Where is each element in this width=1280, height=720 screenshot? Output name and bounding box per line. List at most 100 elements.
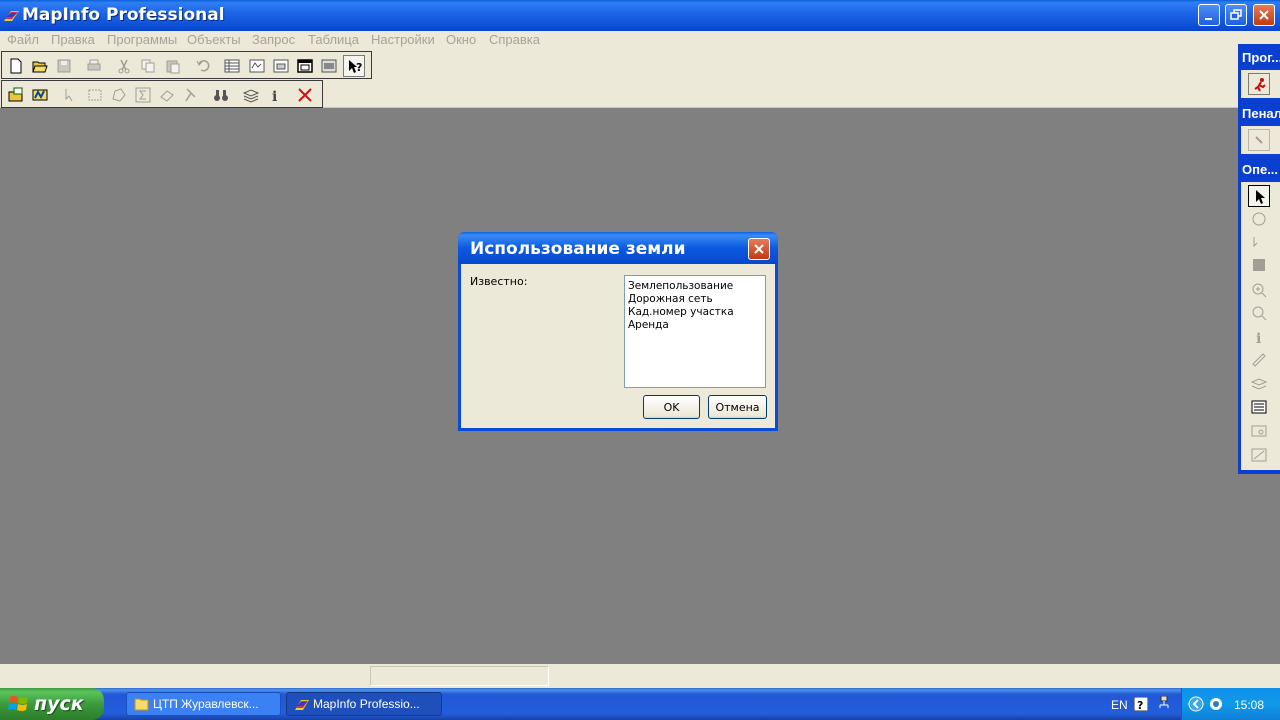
sum-button[interactable]: [132, 84, 154, 106]
close-icon: [754, 244, 764, 254]
palette-layers-button[interactable]: [1248, 373, 1270, 395]
programs-palette-title[interactable]: Прог...: [1240, 48, 1280, 68]
taskbar-item-mapinfo[interactable]: MapInfo Professio...: [286, 692, 442, 716]
redistrict-button[interactable]: [318, 55, 340, 77]
draw-symbol-button[interactable]: [1248, 129, 1270, 151]
dialog-titlebar[interactable]: Использование земли: [458, 232, 778, 264]
save-button[interactable]: [53, 55, 75, 77]
window-title: MapInfo Professional: [22, 5, 225, 25]
menu-help[interactable]: Справка: [489, 32, 540, 47]
red-x-icon: [298, 88, 312, 102]
clip-region-button[interactable]: [1248, 444, 1270, 466]
sigma-icon: [135, 87, 151, 103]
network-tray-icon[interactable]: [1158, 696, 1170, 712]
start-button[interactable]: пуск: [0, 688, 104, 720]
menu-programs[interactable]: Программы: [107, 32, 177, 47]
printer-icon: [87, 59, 101, 71]
thematic-button[interactable]: [156, 84, 178, 106]
menu-window[interactable]: Окно: [446, 32, 476, 47]
layer-listbox[interactable]: Землепользование Дорожная сеть Кад.номер…: [624, 275, 766, 388]
chevron-left-icon[interactable]: [1188, 696, 1204, 712]
start-label: пуск: [34, 693, 84, 715]
menu-objects[interactable]: Объекты: [187, 32, 241, 47]
open-button[interactable]: [29, 55, 51, 77]
new-graph-button[interactable]: [270, 55, 292, 77]
paste-icon: [166, 60, 180, 74]
zoom-in-button[interactable]: [1248, 279, 1270, 301]
close-icon: [1259, 10, 1269, 20]
drawing-palette-title[interactable]: Пенал: [1240, 104, 1280, 124]
pin-button[interactable]: [180, 84, 202, 106]
help-pointer-button[interactable]: ?: [343, 55, 365, 77]
restore-button[interactable]: [1225, 4, 1247, 26]
window-titlebar[interactable]: MapInfo Professional: [0, 0, 1280, 31]
clock[interactable]: 15:08: [1234, 698, 1264, 712]
language-indicator[interactable]: EN: [1111, 698, 1128, 712]
graph-window-icon: [273, 59, 289, 73]
ruler-icon: [1252, 353, 1266, 367]
cancel-button[interactable]: Отмена: [708, 395, 767, 419]
taskbar-item-explorer[interactable]: ЦТП Журавлевск...: [126, 692, 281, 716]
list-item[interactable]: Дорожная сеть: [628, 293, 762, 306]
new-browser-button[interactable]: [221, 55, 243, 77]
select-arrow-button[interactable]: [1248, 185, 1270, 207]
change-view-button[interactable]: [1248, 420, 1270, 442]
palette-info-button[interactable]: i: [1248, 326, 1270, 348]
menu-settings[interactable]: Настройки: [371, 32, 435, 47]
undo-button[interactable]: [192, 55, 214, 77]
taskbar: пуск ЦТП Журавлевск... MapInfo Professio…: [0, 688, 1280, 720]
legend-button[interactable]: [1248, 396, 1270, 418]
find-button[interactable]: [210, 84, 232, 106]
menu-table[interactable]: Таблица: [308, 32, 359, 47]
map-window-icon: [249, 59, 265, 73]
list-item[interactable]: Аренда: [628, 319, 762, 332]
run-program-button[interactable]: [1248, 73, 1270, 95]
workspace-button[interactable]: [29, 84, 51, 106]
minimize-button[interactable]: [1198, 4, 1220, 26]
region-select-button[interactable]: [1248, 254, 1270, 276]
taskbar-item-label: ЦТП Журавлевск...: [153, 697, 259, 711]
paste-button[interactable]: [162, 55, 184, 77]
undo-icon: [196, 60, 210, 72]
menu-bar: Файл Правка Программы Объекты Запрос Таб…: [0, 31, 1280, 49]
select-tool-button[interactable]: [59, 84, 81, 106]
scissors-icon: [118, 59, 130, 74]
pin-icon: [185, 88, 196, 102]
close-window-button[interactable]: [1253, 4, 1275, 26]
operations-palette-title[interactable]: Опе...: [1240, 160, 1280, 180]
open-table-button[interactable]: [5, 84, 27, 106]
layer-control-button[interactable]: [240, 84, 262, 106]
cut-button[interactable]: [113, 55, 135, 77]
dialog-close-button[interactable]: [748, 238, 770, 260]
minimize-icon: [1205, 18, 1212, 20]
svg-text:?: ?: [1137, 699, 1143, 711]
close-all-button[interactable]: [294, 84, 316, 106]
antivirus-tray-icon[interactable]: [1208, 696, 1224, 712]
marquee-select-button[interactable]: [84, 84, 106, 106]
zoom-question-icon: [1252, 306, 1267, 321]
new-file-button[interactable]: [5, 55, 27, 77]
print-button[interactable]: [83, 55, 105, 77]
menu-edit[interactable]: Правка: [51, 32, 95, 47]
zoom-in-icon: [1252, 283, 1267, 298]
new-layout-button[interactable]: [294, 55, 316, 77]
radius-select-button[interactable]: [1248, 208, 1270, 230]
help-tray-icon[interactable]: ?: [1134, 697, 1148, 711]
layout-window-icon: [297, 59, 313, 73]
list-item[interactable]: Кад.номер участка: [628, 306, 762, 319]
list-item[interactable]: Землепользование: [628, 280, 762, 293]
polygon-select-button[interactable]: [108, 84, 130, 106]
new-map-button[interactable]: [246, 55, 268, 77]
ok-button[interactable]: OK: [643, 395, 700, 419]
info-button[interactable]: i: [264, 84, 286, 106]
browser-table-icon: [224, 59, 240, 73]
menu-file[interactable]: Файл: [7, 32, 39, 47]
zoom-out-button[interactable]: [1248, 302, 1270, 324]
menu-query[interactable]: Запрос: [252, 32, 295, 47]
open-table-icon: [8, 87, 23, 102]
copy-button[interactable]: [137, 55, 159, 77]
ruler-button[interactable]: [1248, 349, 1270, 371]
windows-flag-icon: [8, 696, 28, 711]
drawing-palette: [1241, 126, 1280, 154]
boundary-select-button[interactable]: [1248, 231, 1270, 253]
